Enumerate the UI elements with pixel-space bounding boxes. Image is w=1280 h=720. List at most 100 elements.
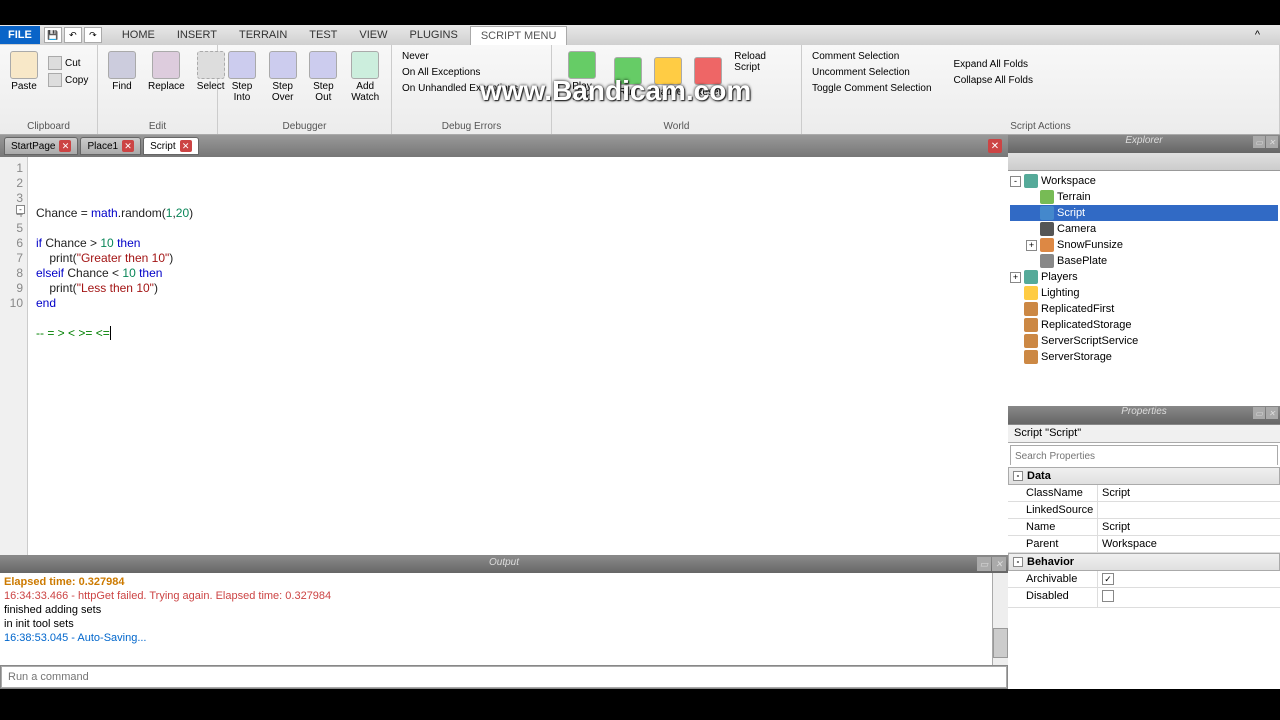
prop-name: Archivable <box>1008 571 1098 587</box>
prop-name: LinkedSource <box>1008 502 1098 518</box>
tree-toggle-icon[interactable]: + <box>1026 240 1037 251</box>
uncomment-selection-button[interactable]: Uncomment Selection <box>808 65 914 80</box>
step-over-button[interactable]: Step Over <box>264 49 301 105</box>
prop-value[interactable]: ✓ <box>1098 571 1280 587</box>
comment-selection-button[interactable]: Comment Selection <box>808 49 903 64</box>
command-bar[interactable] <box>1 666 1007 688</box>
tree-item-camera[interactable]: Camera <box>1010 221 1278 237</box>
file-menu[interactable]: FILE <box>0 26 40 44</box>
tree-item-serverscriptservice[interactable]: ServerScriptService <box>1010 333 1278 349</box>
find-button[interactable]: Find <box>104 49 140 94</box>
explorer-filter-bar[interactable] <box>1008 153 1280 171</box>
ribbon-minimize-icon[interactable]: ^ <box>1255 29 1260 41</box>
reload-script-button[interactable]: Reload Script <box>730 49 795 75</box>
tree-item-serverstorage[interactable]: ServerStorage <box>1010 349 1278 365</box>
output-undock-icon[interactable]: ▭ <box>977 557 991 571</box>
qat-save-icon[interactable]: 💾 <box>44 27 62 43</box>
prop-row-name[interactable]: NameScript <box>1008 519 1280 536</box>
tree-item-terrain[interactable]: Terrain <box>1010 189 1278 205</box>
step-out-button[interactable]: Step Out <box>305 49 341 105</box>
tabstrip-close-icon[interactable]: ✕ <box>988 139 1002 153</box>
tab-close-icon[interactable]: ✕ <box>180 140 192 152</box>
prop-value[interactable] <box>1098 588 1280 607</box>
prop-row-classname[interactable]: ClassNameScript <box>1008 485 1280 502</box>
prop-row-parent[interactable]: ParentWorkspace <box>1008 536 1280 553</box>
tree-item-replicatedstorage[interactable]: ReplicatedStorage <box>1010 317 1278 333</box>
script-editor[interactable]: 12345678910 - Chance = math.random(1,20)… <box>0 157 1008 555</box>
prop-row-disabled[interactable]: Disabled <box>1008 588 1280 608</box>
prop-row-archivable[interactable]: Archivable✓ <box>1008 571 1280 588</box>
menu-tab-home[interactable]: HOME <box>112 26 165 45</box>
tree-item-label: SnowFunsize <box>1057 239 1123 251</box>
output-scrollbar[interactable] <box>992 573 1008 665</box>
reset-button[interactable]: Reset <box>690 55 726 100</box>
tree-item-workspace[interactable]: - Workspace <box>1010 173 1278 189</box>
tab-close-icon[interactable]: ✕ <box>122 140 134 152</box>
replace-button[interactable]: Replace <box>144 49 189 94</box>
tree-toggle-icon[interactable] <box>1010 336 1021 347</box>
menu-tab-terrain[interactable]: TERRAIN <box>229 26 297 45</box>
prop-row-linkedsource[interactable]: LinkedSource <box>1008 502 1280 519</box>
on-all-exceptions-option[interactable]: On All Exceptions <box>398 65 484 80</box>
paste-button[interactable]: Paste <box>6 49 42 94</box>
properties-undock-icon[interactable]: ▭ <box>1253 407 1265 419</box>
run-button[interactable]: Run <box>610 55 646 100</box>
prop-section-data[interactable]: -Data <box>1008 467 1280 485</box>
prop-value[interactable]: Workspace <box>1098 536 1280 552</box>
collapse-folds-button[interactable]: Collapse All Folds <box>950 73 1037 88</box>
tree-item-script[interactable]: Script <box>1010 205 1278 221</box>
tree-toggle-icon[interactable] <box>1010 288 1021 299</box>
tree-item-label: Workspace <box>1041 175 1096 187</box>
prop-value[interactable] <box>1098 502 1280 518</box>
tab-close-icon[interactable]: ✕ <box>59 140 71 152</box>
doc-tab-script[interactable]: Script✕ <box>143 137 199 155</box>
doc-tab-place1[interactable]: Place1✕ <box>80 137 141 155</box>
properties-close-icon[interactable]: ✕ <box>1266 407 1278 419</box>
play-solo-button[interactable]: Play Solo <box>558 49 606 105</box>
doc-tab-startpage[interactable]: StartPage✕ <box>4 137 78 155</box>
prop-value[interactable]: Script <box>1098 519 1280 535</box>
command-input[interactable] <box>2 667 1006 687</box>
menu-tab-insert[interactable]: INSERT <box>167 26 227 45</box>
tree-toggle-icon[interactable] <box>1010 320 1021 331</box>
menu-tab-plugins[interactable]: PLUGINS <box>400 26 468 45</box>
fold-toggle-icon[interactable]: - <box>16 205 25 214</box>
expand-folds-button[interactable]: Expand All Folds <box>950 57 1033 72</box>
output-line: Elapsed time: 0.327984 <box>4 575 1004 589</box>
step-into-button[interactable]: Step Into <box>224 49 260 105</box>
tree-toggle-icon[interactable]: + <box>1010 272 1021 283</box>
explorer-close-icon[interactable]: ✕ <box>1266 136 1278 148</box>
tree-item-replicatedfirst[interactable]: ReplicatedFirst <box>1010 301 1278 317</box>
tree-item-snowfunsize[interactable]: + SnowFunsize <box>1010 237 1278 253</box>
prop-value[interactable]: Script <box>1098 485 1280 501</box>
properties-search-input[interactable] <box>1011 448 1277 466</box>
tree-toggle-icon[interactable] <box>1010 352 1021 363</box>
tree-item-lighting[interactable]: Lighting <box>1010 285 1278 301</box>
prop-section-behavior[interactable]: -Behavior <box>1008 553 1280 571</box>
never-option[interactable]: Never <box>398 49 433 64</box>
output-body[interactable]: Elapsed time: 0.32798416:34:33.466 - htt… <box>0 573 1008 665</box>
pause-button[interactable]: Pause <box>650 55 686 100</box>
on-unhandled-option[interactable]: On Unhandled Exceptions <box>398 81 522 96</box>
toggle-comment-button[interactable]: Toggle Comment Selection <box>808 81 936 96</box>
qat-redo-icon[interactable]: ↷ <box>84 27 102 43</box>
menu-tab-script-menu[interactable]: SCRIPT MENU <box>470 26 568 45</box>
tree-node-icon <box>1040 238 1054 252</box>
code-area[interactable]: - Chance = math.random(1,20) if Chance >… <box>28 157 1008 555</box>
menu-tab-test[interactable]: TEST <box>299 26 347 45</box>
tree-toggle-icon[interactable] <box>1026 208 1037 219</box>
tree-toggle-icon[interactable] <box>1026 256 1037 267</box>
tree-toggle-icon[interactable] <box>1010 304 1021 315</box>
tree-item-baseplate[interactable]: BasePlate <box>1010 253 1278 269</box>
output-close-icon[interactable]: ✕ <box>992 557 1006 571</box>
tree-toggle-icon[interactable] <box>1026 192 1037 203</box>
tree-toggle-icon[interactable]: - <box>1010 176 1021 187</box>
cut-button[interactable]: Cut <box>46 55 90 71</box>
menu-tab-view[interactable]: VIEW <box>349 26 397 45</box>
add-watch-button[interactable]: Add Watch <box>345 49 385 105</box>
tree-item-players[interactable]: +Players <box>1010 269 1278 285</box>
explorer-undock-icon[interactable]: ▭ <box>1253 136 1265 148</box>
tree-toggle-icon[interactable] <box>1026 224 1037 235</box>
copy-button[interactable]: Copy <box>46 72 90 88</box>
qat-undo-icon[interactable]: ↶ <box>64 27 82 43</box>
